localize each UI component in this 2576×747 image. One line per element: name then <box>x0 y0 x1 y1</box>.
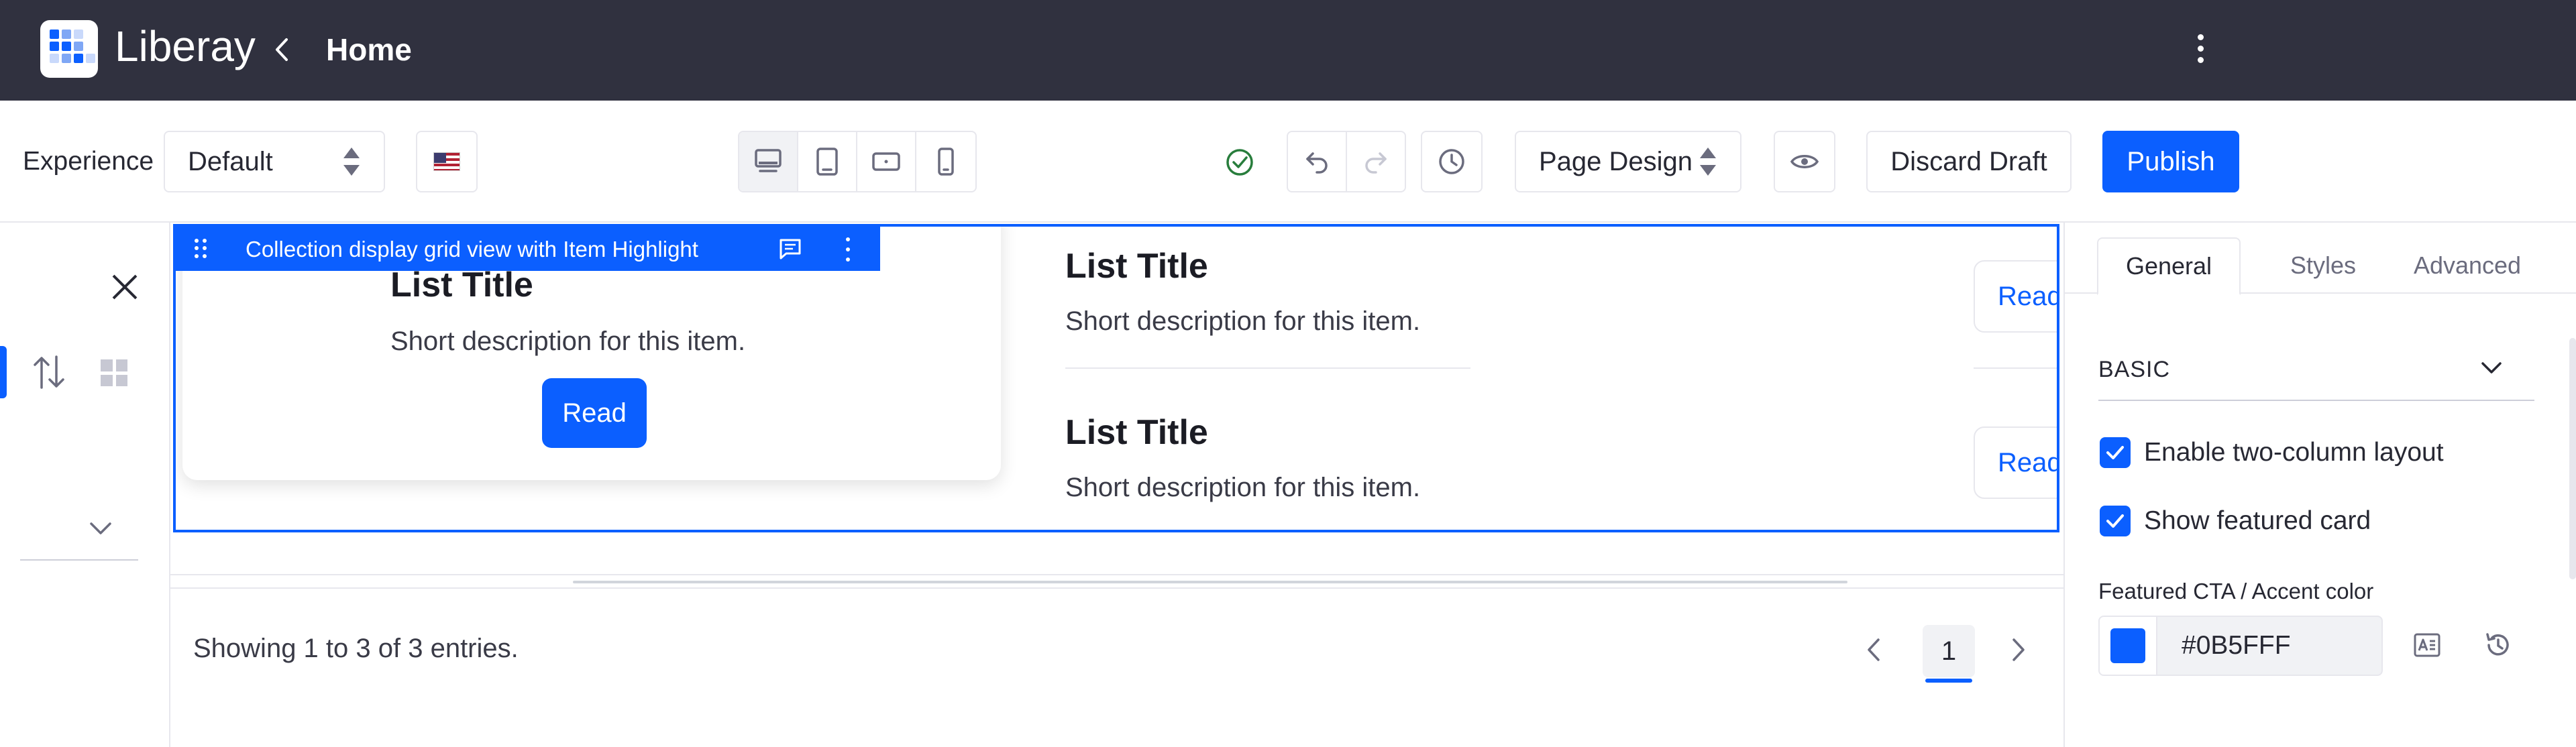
mobile-portrait-icon <box>938 148 954 176</box>
fragment-name: Collection display grid view with Item H… <box>246 237 698 262</box>
fragment-topper: Collection display grid view with Item H… <box>176 227 880 271</box>
color-swatch <box>2110 628 2145 663</box>
checkmark-icon <box>2106 446 2124 459</box>
undo-button[interactable] <box>1287 131 1347 192</box>
item-title: List Title <box>1065 413 1208 452</box>
mobile-landscape-icon <box>872 152 900 171</box>
preview-button[interactable] <box>1774 131 1835 192</box>
item-description: Short description for this item. <box>1065 306 1421 336</box>
discard-draft-label: Discard Draft <box>1890 146 2047 176</box>
chevron-left-icon <box>276 38 288 61</box>
options-menu-icon[interactable] <box>2186 28 2215 68</box>
flag-us-icon <box>433 152 460 171</box>
page-design-select[interactable]: Page Design <box>1515 131 1741 192</box>
collection-fragment[interactable]: List Title Short description for this it… <box>173 224 2059 532</box>
checkmark-icon <box>2106 514 2124 528</box>
page-number-label: 1 <box>1941 636 1957 666</box>
fragment-options-icon[interactable] <box>841 237 855 262</box>
item-description: Short description for this item. <box>1065 473 1421 502</box>
experience-label: Experience <box>23 147 154 176</box>
brand-name: Liberay <box>115 22 256 70</box>
item-read-button[interactable]: Read <box>1974 260 2059 333</box>
scrollbar-thumb[interactable] <box>573 581 1847 583</box>
reset-history-icon[interactable] <box>2481 628 2516 663</box>
publish-label: Publish <box>2127 146 2215 176</box>
chevron-down-icon[interactable] <box>2477 353 2506 382</box>
editor-toolbar: Experience Default Page Design Discard D… <box>0 101 2576 223</box>
featured-card-checkbox[interactable] <box>2100 506 2131 536</box>
history-button[interactable] <box>1421 131 1483 192</box>
updown-caret-icon <box>1700 148 1716 176</box>
configuration-panel: General Styles Advanced BASIC Enable two… <box>2063 223 2576 747</box>
redo-icon <box>1365 152 1387 174</box>
item-separator <box>1065 367 1470 369</box>
chevron-right-icon[interactable] <box>2004 633 2031 667</box>
updown-caret-icon <box>343 148 360 176</box>
color-swatch-button[interactable] <box>2100 617 2157 675</box>
style-book-icon[interactable] <box>2410 628 2445 663</box>
experience-value: Default <box>188 146 273 176</box>
page-canvas: List Title Short description for this it… <box>170 223 2063 747</box>
list-item: List Title Short description for this it… <box>1065 412 1420 504</box>
accent-color-value: #0B5FFF <box>2182 631 2291 660</box>
publish-button[interactable]: Publish <box>2102 131 2239 192</box>
draft-saved-check-icon <box>1226 149 1253 176</box>
history-clock-icon <box>1439 149 1464 174</box>
featured-description: Short description for this item. <box>390 327 746 356</box>
grid-icon[interactable] <box>101 359 127 386</box>
active-indicator <box>0 346 7 398</box>
close-icon[interactable] <box>107 270 142 304</box>
redo-button[interactable] <box>1346 131 1406 192</box>
item-read-label: Read <box>1998 281 2059 311</box>
item-separator <box>1974 367 2057 369</box>
desktop-icon <box>755 149 782 172</box>
viewport-landscape-button[interactable] <box>857 132 916 191</box>
drag-handle-icon[interactable] <box>195 239 207 259</box>
list-item: List Title Short description for this it… <box>1065 245 1420 338</box>
divider <box>20 559 138 561</box>
item-read-button[interactable]: Read <box>1974 426 2059 499</box>
section-divider <box>2098 400 2534 401</box>
page-number-current[interactable]: 1 <box>1923 625 1975 683</box>
chevron-left-icon[interactable] <box>1861 633 1888 667</box>
panel-scrollbar[interactable] <box>2569 338 2576 579</box>
eye-icon <box>1790 155 1819 168</box>
chevron-down-icon[interactable] <box>86 514 115 543</box>
featured-card-label: Show featured card <box>2144 506 2371 535</box>
pagination-summary: Showing 1 to 3 of 3 entries. <box>193 634 519 663</box>
featured-read-button[interactable]: Read <box>542 378 647 448</box>
top-bar: Liberay Home <box>0 0 2576 101</box>
viewport-switcher <box>738 131 977 192</box>
comment-icon[interactable] <box>778 237 802 260</box>
back-button[interactable] <box>266 30 298 70</box>
horizontal-scrollbar[interactable] <box>170 574 2063 589</box>
language-selector-button[interactable] <box>416 131 478 192</box>
tab-styles[interactable]: Styles <box>2266 237 2380 294</box>
undo-icon <box>1306 152 1328 174</box>
viewport-portrait-button[interactable] <box>916 132 975 191</box>
tab-advanced[interactable]: Advanced <box>2387 237 2548 294</box>
two-column-label: Enable two-column layout <box>2144 438 2444 467</box>
sort-arrows-icon[interactable] <box>32 354 66 390</box>
discard-draft-button[interactable]: Discard Draft <box>1866 131 2072 192</box>
section-title[interactable]: BASIC <box>2098 357 2170 383</box>
featured-read-label: Read <box>562 398 627 428</box>
two-column-checkbox[interactable] <box>2100 437 2131 468</box>
panel-tabs: General Styles Advanced <box>2065 237 2576 295</box>
viewport-desktop-button[interactable] <box>739 132 798 191</box>
item-read-label: Read <box>1998 447 2059 477</box>
tab-general[interactable]: General <box>2097 237 2241 295</box>
left-sidebar <box>0 223 170 747</box>
experience-select[interactable]: Default <box>164 131 385 192</box>
item-title: List Title <box>1065 247 1208 286</box>
liferay-logo[interactable] <box>40 20 98 78</box>
accent-color-field[interactable]: #0B5FFF <box>2098 616 2383 676</box>
accent-color-label: Featured CTA / Accent color <box>2098 579 2374 604</box>
viewport-tablet-button[interactable] <box>798 132 857 191</box>
tablet-icon <box>816 148 838 176</box>
page-design-label: Page Design <box>1539 146 1693 176</box>
page-title: Home <box>326 32 412 67</box>
